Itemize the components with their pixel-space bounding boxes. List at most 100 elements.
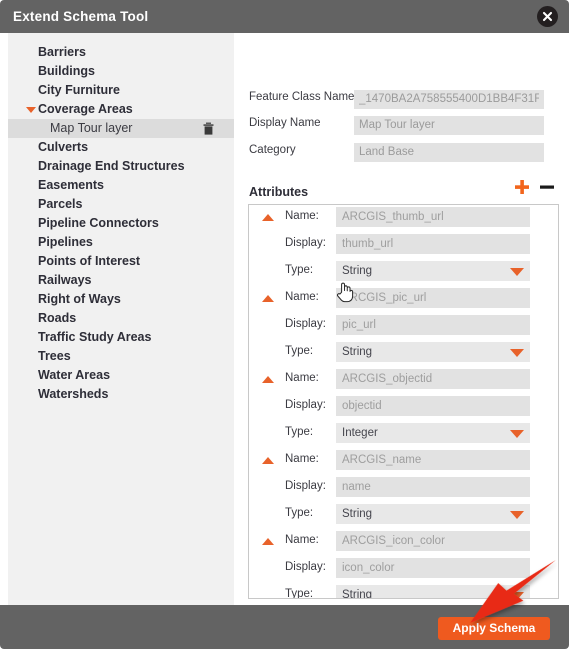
minus-icon: [540, 185, 554, 189]
attribute-name-label: Name:: [285, 534, 319, 546]
apply-schema-button[interactable]: Apply Schema: [438, 617, 550, 640]
attribute-display-label: Display:: [285, 237, 326, 249]
tree-item-label: City Furniture: [38, 83, 120, 97]
attribute-type-label: Type:: [285, 345, 314, 357]
attribute-display-label: Display:: [285, 399, 326, 411]
attribute-display-label: Display:: [285, 480, 326, 492]
attribute-row: Name: Display: Type:: [249, 286, 558, 367]
attribute-name-input[interactable]: [336, 207, 530, 227]
tree-item-label: Trees: [38, 349, 71, 363]
attribute-type-select[interactable]: [336, 423, 530, 443]
display-name-label: Display Name: [249, 117, 321, 129]
tree-item-drainage-end-structures[interactable]: Drainage End Structures: [8, 157, 234, 176]
feature-class-tree[interactable]: Barriers Buildings City Furniture Covera…: [8, 33, 234, 605]
chevron-down-icon[interactable]: [26, 107, 36, 113]
attribute-display-input[interactable]: [336, 234, 530, 254]
close-button[interactable]: [537, 6, 558, 27]
attribute-display-input[interactable]: [336, 315, 530, 335]
tree-item-map-tour-layer[interactable]: Map Tour layer: [8, 119, 234, 138]
attribute-type-line: Type:: [249, 502, 558, 529]
attribute-display-line: Display:: [249, 313, 558, 340]
chevron-up-icon[interactable]: [262, 457, 274, 464]
attribute-type-select[interactable]: [336, 585, 530, 598]
tree-item-label: Parcels: [38, 197, 83, 211]
attribute-display-input[interactable]: [336, 396, 530, 416]
tree-item-water-areas[interactable]: Water Areas: [8, 366, 234, 385]
schema-form: Feature Class Name Display Name Category…: [234, 33, 569, 605]
tree-item-parcels[interactable]: Parcels: [8, 195, 234, 214]
attribute-type-label: Type:: [285, 264, 314, 276]
dialog-footer: Apply Schema: [0, 605, 569, 649]
tree-item-city-furniture[interactable]: City Furniture: [8, 81, 234, 100]
tree-item-buildings[interactable]: Buildings: [8, 62, 234, 81]
attribute-display-line: Display:: [249, 232, 558, 259]
close-icon: [542, 11, 553, 22]
tree-item-label: Pipelines: [38, 235, 93, 249]
category-label: Category: [249, 144, 296, 156]
tree-item-railways[interactable]: Railways: [8, 271, 234, 290]
attribute-type-select[interactable]: [336, 504, 530, 524]
tree-item-label: Coverage Areas: [38, 102, 133, 116]
chevron-up-icon[interactable]: [262, 295, 274, 302]
attributes-list[interactable]: Name: Display: Type: Name:: [248, 204, 559, 599]
tree-item-label: Buildings: [38, 64, 95, 78]
dialog-body: Barriers Buildings City Furniture Covera…: [0, 33, 569, 605]
tree-item-label: Railways: [38, 273, 92, 287]
feature-class-name-label: Feature Class Name: [249, 91, 355, 103]
tree-item-right-of-ways[interactable]: Right of Ways: [8, 290, 234, 309]
tree-item-barriers[interactable]: Barriers: [8, 43, 234, 62]
attribute-display-label: Display:: [285, 561, 326, 573]
display-name-input[interactable]: [354, 116, 544, 135]
tree-item-points-of-interest[interactable]: Points of Interest: [8, 252, 234, 271]
tree-item-label: Points of Interest: [38, 254, 141, 268]
tree-item-culverts[interactable]: Culverts: [8, 138, 234, 157]
attribute-type-select[interactable]: [336, 261, 530, 281]
attribute-name-label: Name:: [285, 453, 319, 465]
tree-item-watersheds[interactable]: Watersheds: [8, 385, 234, 404]
tree-item-label: Water Areas: [38, 368, 111, 382]
attribute-display-line: Display:: [249, 394, 558, 421]
chevron-up-icon[interactable]: [262, 376, 274, 383]
attribute-name-input[interactable]: [336, 450, 530, 470]
attribute-name-line: Name:: [249, 448, 558, 475]
tree-item-pipelines[interactable]: Pipelines: [8, 233, 234, 252]
attribute-name-line: Name:: [249, 205, 558, 232]
tree-item-easements[interactable]: Easements: [8, 176, 234, 195]
tree-item-label: Traffic Study Areas: [38, 330, 152, 344]
tree-item-label: Roads: [38, 311, 77, 325]
add-attribute-button[interactable]: [512, 177, 532, 197]
tree-item-roads[interactable]: Roads: [8, 309, 234, 328]
tree-item-label: Drainage End Structures: [38, 159, 185, 173]
category-input[interactable]: [354, 143, 544, 162]
attribute-name-input[interactable]: [336, 531, 530, 551]
attribute-name-line: Name:: [249, 286, 558, 313]
tree-item-traffic-study-areas[interactable]: Traffic Study Areas: [8, 328, 234, 347]
tree-item-trees[interactable]: Trees: [8, 347, 234, 366]
attribute-type-line: Type:: [249, 583, 558, 598]
attribute-name-input[interactable]: [336, 288, 530, 308]
chevron-up-icon[interactable]: [262, 538, 274, 545]
attribute-display-input[interactable]: [336, 477, 530, 497]
tree-item-coverage-areas[interactable]: Coverage Areas: [8, 100, 234, 119]
attribute-name-line: Name:: [249, 367, 558, 394]
attribute-type-line: Type:: [249, 340, 558, 367]
remove-attribute-button[interactable]: [537, 177, 557, 197]
attribute-name-input[interactable]: [336, 369, 530, 389]
tree-item-label: Map Tour layer: [50, 121, 133, 135]
feature-class-name-input[interactable]: [354, 90, 544, 109]
attribute-name-label: Name:: [285, 291, 319, 303]
tree-item-label: Culverts: [38, 140, 89, 154]
attribute-display-input[interactable]: [336, 558, 530, 578]
dialog-titlebar: Extend Schema Tool: [0, 0, 569, 33]
trash-icon[interactable]: [203, 122, 214, 135]
tree-item-label: Watersheds: [38, 387, 109, 401]
tree-item-pipeline-connectors[interactable]: Pipeline Connectors: [8, 214, 234, 233]
attribute-type-select[interactable]: [336, 342, 530, 362]
chevron-up-icon[interactable]: [262, 214, 274, 221]
attribute-display-label: Display:: [285, 318, 326, 330]
attribute-row: Name: Display: Type:: [249, 448, 558, 529]
attribute-display-line: Display:: [249, 556, 558, 583]
attribute-display-line: Display:: [249, 475, 558, 502]
tree-item-label: Easements: [38, 178, 105, 192]
attribute-type-line: Type:: [249, 421, 558, 448]
